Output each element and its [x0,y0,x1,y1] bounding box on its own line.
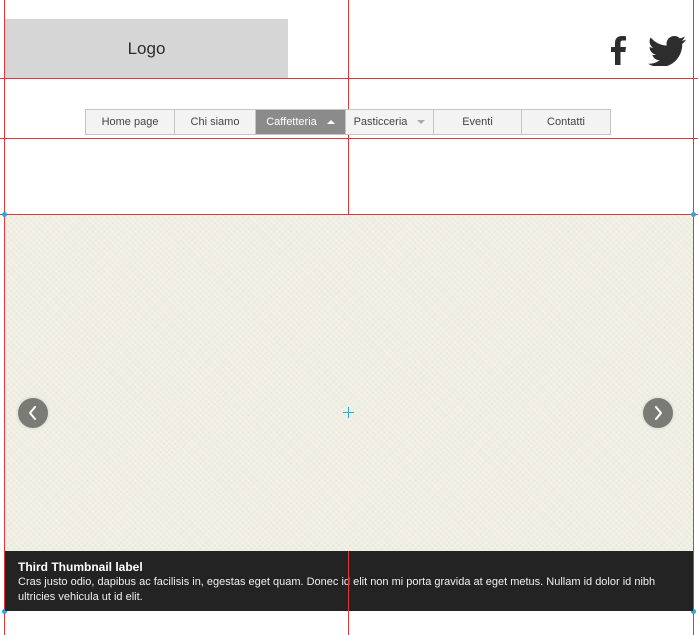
caret-down-icon [417,120,426,124]
guide-node [2,212,7,217]
facebook-icon[interactable] [609,35,631,65]
nav-item-home[interactable]: Home page [86,110,175,134]
chevron-right-icon [655,406,662,420]
twitter-icon[interactable] [648,36,686,66]
center-crosshair-icon [343,407,354,418]
caret-up-icon [326,120,335,124]
logo[interactable]: Logo [5,19,288,78]
main-nav: Home page Chi siamo Caffetteria Pasticce… [85,109,611,135]
logo-text: Logo [127,38,166,58]
guide-line-right [693,0,694,635]
nav-item-label: Eventi [462,116,493,128]
carousel-caption: Third Thumbnail label Cras justo odio, d… [5,551,693,611]
nav-item-chi-siamo[interactable]: Chi siamo [175,110,256,134]
guide-line-header-bottom [0,78,698,79]
caption-text: Cras justo odio, dapibus ac facilisis in… [18,576,656,603]
caption-title: Third Thumbnail label [18,560,143,574]
nav-item-label: Contatti [547,116,585,128]
nav-item-pasticceria[interactable]: Pasticceria [346,110,434,134]
carousel-next-button[interactable] [641,396,675,430]
nav-item-label: Chi siamo [190,116,240,128]
guide-node [691,212,696,217]
nav-item-label: Pasticceria [353,116,408,128]
guide-line-center-overlay [348,551,349,611]
nav-item-contatti[interactable]: Contatti [522,110,610,134]
nav-item-caffetteria[interactable]: Caffetteria [256,110,346,134]
nav-item-label: Caffetteria [266,116,317,128]
chevron-left-icon [29,406,36,420]
guide-line-nav-bottom [0,138,698,139]
nav-item-label: Home page [101,116,159,128]
nav-item-eventi[interactable]: Eventi [434,110,522,134]
guide-line-carousel-top [0,214,698,215]
carousel-prev-button[interactable] [16,396,50,430]
